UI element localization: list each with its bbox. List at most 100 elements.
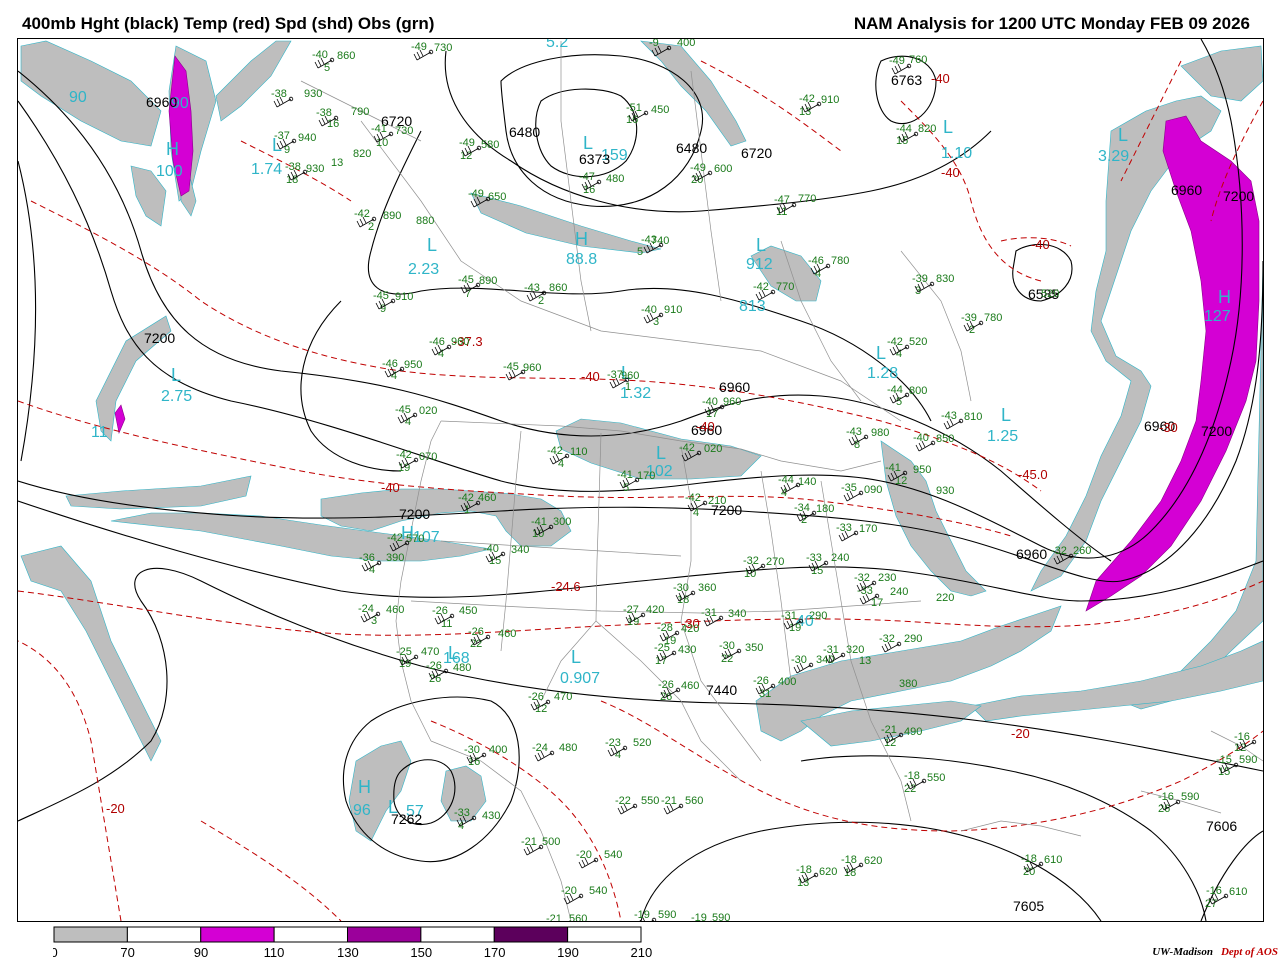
station-observation-value: 19 [399, 658, 411, 670]
station-observation-value: -40 [312, 49, 328, 61]
station-observation-value: 450 [459, 605, 477, 617]
extremum-marker: L [1001, 405, 1011, 425]
station-observation-value: 13 [859, 655, 871, 667]
station-observation-value: -42 [396, 449, 412, 461]
station-observation-value: -41 [371, 123, 387, 135]
station-observation-value: 520 [633, 737, 651, 749]
station-observation-value: 15 [896, 135, 908, 147]
speed-extremum-value: 813 [739, 298, 766, 315]
station-observation-value: -21 [546, 913, 562, 921]
height-contour-label: 6960 [719, 379, 750, 395]
station-observation-value: -33 [454, 807, 470, 819]
speed-extremum-value: 912 [746, 256, 773, 273]
station-observation-value: -16 [1206, 885, 1222, 897]
station-observation-value: -32 [854, 572, 870, 584]
station-observation-value: 880 [416, 215, 434, 227]
station-observation-value: 170 [637, 470, 655, 482]
station-observation-value: 780 [831, 255, 849, 267]
station-observation-value: -20 [561, 885, 577, 897]
station-observation-value: 460 [498, 628, 516, 640]
station-observation-value: 460 [681, 680, 699, 692]
temperature-contour-label: -30 [1159, 420, 1178, 435]
station-observation-value: -36 [359, 552, 375, 564]
station-observation-value: 590 [1239, 754, 1257, 766]
station-observation-value: -42 [387, 532, 403, 544]
station-observation-value: 260 [1073, 545, 1091, 557]
station-observation-value: 400 [677, 39, 695, 49]
station-observation-value: 380 [899, 678, 917, 690]
station-observation-value: -24 [532, 742, 548, 754]
station-observation-value: -47 [579, 171, 595, 183]
station-observation-value: 4 [458, 820, 464, 832]
station-observation-value: -26 [426, 660, 442, 672]
temperature-contour-label: -20 [106, 801, 125, 816]
station-observation-value: 290 [809, 610, 827, 622]
station-observation-value: 26 [1158, 803, 1170, 815]
extremum-marker: L [1118, 125, 1128, 145]
legend-swatch [126, 926, 202, 943]
station-observation-value: -47 [774, 194, 790, 206]
extremum-marker: L [876, 343, 886, 363]
station-observation-value: 420 [646, 604, 664, 616]
station-observation-value: 820 [918, 123, 936, 135]
station-observation-value: 960 [723, 396, 741, 408]
station-observation-value: 910 [821, 94, 839, 106]
station-observation-value: 950 [404, 359, 422, 371]
station-observation-value: 240 [831, 552, 849, 564]
station-observation-value: -43 [941, 410, 957, 422]
station-observation-value: 230 [878, 572, 896, 584]
station-observation-value: -30 [791, 654, 807, 666]
station-observation-value: 170 [859, 523, 877, 535]
station-observation-value: -39 [961, 312, 977, 324]
station-observation-value: -51 [626, 102, 642, 114]
station-observation-value: 240 [890, 586, 908, 598]
station-observation-value: -21 [881, 724, 897, 736]
station-observation-value: 15 [811, 565, 823, 577]
station-observation-value: 810 [964, 411, 982, 423]
station-observation-value: 460 [386, 604, 404, 616]
station-observation-value: -39 [912, 273, 928, 285]
station-observation-value: 950 [913, 464, 931, 476]
station-observation-value: -31 [781, 610, 797, 622]
station-observation-value: 400 [778, 676, 796, 688]
temperature-contour-label: -40 [941, 165, 960, 180]
legend-swatch [420, 926, 495, 943]
extremum-marker: H [166, 139, 179, 159]
station-observation-value: 490 [904, 726, 922, 738]
height-contour-label: 7200 [1201, 423, 1232, 439]
station-observation-value: 430 [678, 644, 696, 656]
height-contour-label: 7605 [1013, 898, 1044, 914]
weather-map: L 5.2 159 H 88.8 L 1.74 H 100 90 90 L 2.23 L 3.29 L 1.10… [17, 38, 1264, 922]
legend-tick-label: 90 [194, 945, 208, 960]
extremum-marker: L [756, 235, 766, 255]
legend-swatch [200, 926, 275, 943]
station-observation-value: -20 [576, 849, 592, 861]
station-observation-value: 3 [371, 615, 377, 627]
station-observation-value: 610 [1044, 854, 1062, 866]
speed-extremum-value: 1.10 [941, 145, 972, 162]
station-observation-value: 590 [658, 909, 676, 921]
station-observation-value: -9 [649, 39, 659, 49]
station-observation-value: -28 [657, 622, 673, 634]
station-observation-value: 400 [489, 744, 507, 756]
station-observation-value: 730 [395, 125, 413, 137]
station-observation-value: 470 [421, 646, 439, 658]
station-observation-value: 11 [441, 618, 452, 630]
speed-extremum-value: 100 [156, 163, 183, 180]
legend-swatch [53, 926, 128, 943]
height-contour-label: 7262 [391, 811, 422, 827]
station-observation-value: 390 [386, 552, 404, 564]
credit-org: UW-Madison [1152, 946, 1213, 958]
extremum-marker: L [943, 117, 953, 137]
station-observation-value: 210 [708, 495, 726, 507]
temperature-contour-label: -24.6 [551, 579, 581, 594]
legend-tick-label: 170 [484, 945, 506, 960]
station-observation-value: 600 [714, 163, 732, 175]
extremum-marker: L [583, 133, 593, 153]
station-observation-value: 430 [482, 810, 500, 822]
station-observation-value: -35 [841, 482, 857, 494]
station-observation-value: -42 [458, 492, 474, 504]
temperature-contour-label: -40 [1031, 237, 1050, 252]
speed-extremum-value: 88.8 [566, 251, 597, 268]
station-observation-value: 140 [798, 476, 816, 488]
